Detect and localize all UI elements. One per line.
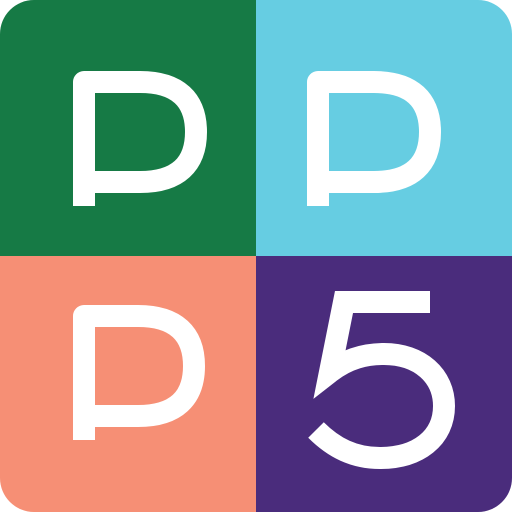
tile-green: P (0, 0, 256, 256)
tile-salmon: P (0, 256, 256, 512)
app-icon[interactable]: P P P 5 (0, 0, 512, 512)
letter-p-glyph (0, 256, 256, 512)
tile-green-background (0, 0, 256, 256)
tile-blue-background (256, 0, 512, 256)
letter-p-glyph (256, 0, 512, 256)
digit-5-glyph (256, 256, 512, 512)
tile-salmon-background (0, 256, 256, 512)
tile-purple: 5 (256, 256, 512, 512)
letter-p-glyph (0, 0, 256, 256)
tile-blue: P (256, 0, 512, 256)
